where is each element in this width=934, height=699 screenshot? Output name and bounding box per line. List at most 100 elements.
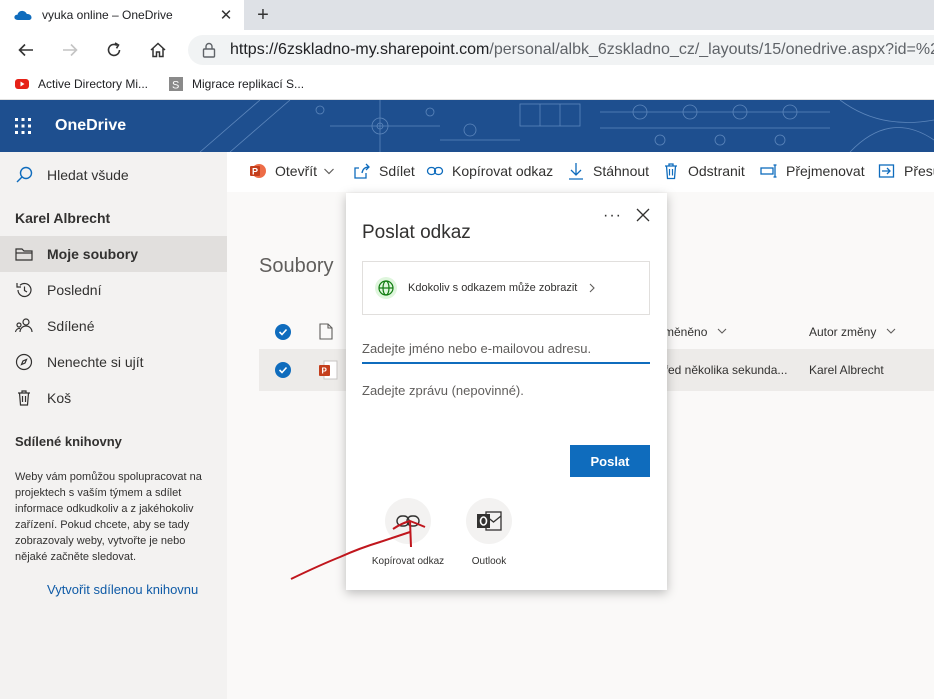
nav-item-label: Moje soubory (47, 246, 139, 262)
chevron-right-icon (589, 283, 596, 293)
nav-item-label: Sdílené (47, 318, 95, 334)
arrow-left-icon (18, 43, 33, 57)
close-icon[interactable] (635, 207, 651, 223)
shared-libraries-title: Sdílené knihovny (15, 434, 122, 449)
more-options-icon[interactable]: ··· (603, 207, 622, 225)
delete-button[interactable]: Odstranit (662, 162, 745, 180)
outlook-option[interactable]: Outlook (449, 498, 529, 567)
history-icon (16, 282, 32, 298)
dialog-title: Poslat odkaz (362, 222, 471, 243)
chevron-down-icon (886, 328, 896, 334)
open-button[interactable]: P Otevřít (249, 162, 335, 180)
breadcrumb: Soubory > (259, 255, 357, 278)
url-text: https://6zskladno-my.sharepoint.com/pers… (230, 41, 934, 59)
new-tab-button[interactable]: + (252, 2, 274, 28)
share-button[interactable]: Sdílet (353, 162, 415, 180)
nav-item-my-files[interactable]: Moje soubory (0, 236, 227, 272)
people-icon (14, 318, 33, 333)
outlook-circle[interactable] (466, 498, 512, 544)
globe-icon (375, 277, 397, 299)
bookmarks-bar: Active Directory Mi... S Migrace replika… (0, 70, 934, 100)
link-icon (396, 515, 420, 527)
download-icon (569, 163, 583, 180)
tab-close-icon[interactable]: ✕ (214, 6, 238, 24)
nav-item-recycle-bin[interactable]: Koš (0, 380, 227, 416)
nav-item-recent[interactable]: Poslední (0, 272, 227, 308)
column-modified-by[interactable]: Autor změny (809, 325, 896, 339)
outlook-icon (477, 511, 502, 531)
trash-icon (665, 163, 677, 180)
youtube-icon (15, 79, 29, 89)
svg-text:S: S (172, 80, 179, 92)
search-placeholder: Hledat všude (47, 167, 129, 183)
row-modified: řed několika sekunda... (664, 363, 788, 377)
share-icon (354, 163, 370, 179)
lock-icon (202, 42, 216, 58)
document-s-icon: S (169, 77, 183, 92)
rename-button[interactable]: Přejmenovat (760, 162, 865, 180)
svg-text:P: P (322, 367, 328, 376)
nav-item-discover[interactable]: Nenechte si ujít (0, 344, 227, 380)
select-all-check-icon[interactable] (275, 324, 291, 340)
reload-button[interactable] (100, 36, 128, 64)
copy-link-button[interactable]: Kopírovat odkaz (426, 162, 553, 180)
search-box[interactable]: Hledat všude (0, 152, 227, 198)
url-path: /personal/albk_6zskladno_cz/_layouts/15/… (489, 41, 934, 58)
back-button[interactable] (12, 36, 40, 64)
row-modified-by: Karel Albrecht (809, 363, 884, 377)
browser-tabstrip: vyuka online – OneDrive ✕ + (0, 0, 934, 30)
rename-label: Přejmenovat (786, 163, 865, 179)
move-label: Přesu (904, 163, 934, 179)
copy-link-label: Kopírovat odkaz (452, 163, 554, 179)
blueprint-pattern (199, 100, 934, 152)
copy-link-circle[interactable] (385, 498, 431, 544)
create-shared-library-link[interactable]: Vytvořit sdílenou knihovnu (47, 582, 198, 597)
svg-text:P: P (252, 167, 258, 177)
address-bar[interactable]: https://6zskladno-my.sharepoint.com/pers… (188, 35, 934, 65)
nav-item-label: Nenechte si ujít (47, 354, 144, 370)
copy-link-option[interactable]: Kopírovat odkaz (368, 498, 448, 567)
suite-header: OneDrive (0, 100, 934, 152)
nav-item-label: Poslední (47, 282, 102, 298)
row-check-icon[interactable] (275, 362, 291, 378)
column-modified[interactable]: měněno (664, 325, 727, 339)
send-button[interactable]: Poslat (570, 445, 650, 477)
open-label: Otevřít (275, 163, 318, 179)
arrow-right-icon (63, 43, 78, 57)
move-icon (878, 164, 895, 178)
user-name: Karel Albrecht (15, 210, 111, 226)
bookmark-active-directory[interactable]: Active Directory Mi... (14, 76, 148, 92)
permission-text: Kdokoliv s odkazem může zobrazit (408, 282, 578, 294)
folder-icon (15, 248, 33, 261)
send-link-dialog: Poslat odkaz ··· Kdokoliv s odkazem může… (346, 193, 667, 590)
trash-icon (18, 390, 30, 406)
link-icon (426, 166, 444, 176)
onedrive-brand[interactable]: OneDrive (55, 117, 126, 135)
shared-libraries-text: Weby vám pomůžou spolupracovat na projek… (15, 471, 202, 563)
home-button[interactable] (144, 36, 172, 64)
browser-tab[interactable]: vyuka online – OneDrive ✕ (0, 0, 244, 30)
forward-button[interactable] (56, 36, 84, 64)
recipient-input[interactable] (362, 334, 650, 364)
nav-item-shared[interactable]: Sdílené (0, 308, 227, 344)
left-navigation: Hledat všude Karel Albrecht Moje soubory… (0, 152, 227, 699)
download-label: Stáhnout (593, 163, 650, 179)
reload-icon (107, 42, 121, 57)
column-modified-label: měněno (664, 325, 708, 339)
command-bar: P Otevřít Sdílet Kopírovat odkaz Stáhnou… (227, 152, 934, 192)
breadcrumb-files[interactable]: Soubory (259, 255, 334, 277)
move-button[interactable]: Přesu (878, 162, 934, 180)
search-icon (16, 166, 33, 183)
message-input[interactable] (362, 383, 650, 423)
download-button[interactable]: Stáhnout (567, 162, 649, 180)
bookmark-migrace[interactable]: S Migrace replikací S... (168, 76, 304, 92)
home-icon (150, 42, 166, 58)
onedrive-cloud-icon (14, 10, 32, 20)
link-permission-button[interactable]: Kdokoliv s odkazem může zobrazit (362, 261, 650, 315)
app-launcher-icon[interactable] (14, 117, 32, 135)
column-modified-by-label: Autor změny (809, 325, 877, 339)
copy-link-option-label: Kopírovat odkaz (371, 556, 445, 567)
chevron-down-icon (717, 328, 727, 334)
url-host: https://6zskladno-my.sharepoint.com (230, 41, 490, 58)
diamond-icon (15, 353, 33, 371)
